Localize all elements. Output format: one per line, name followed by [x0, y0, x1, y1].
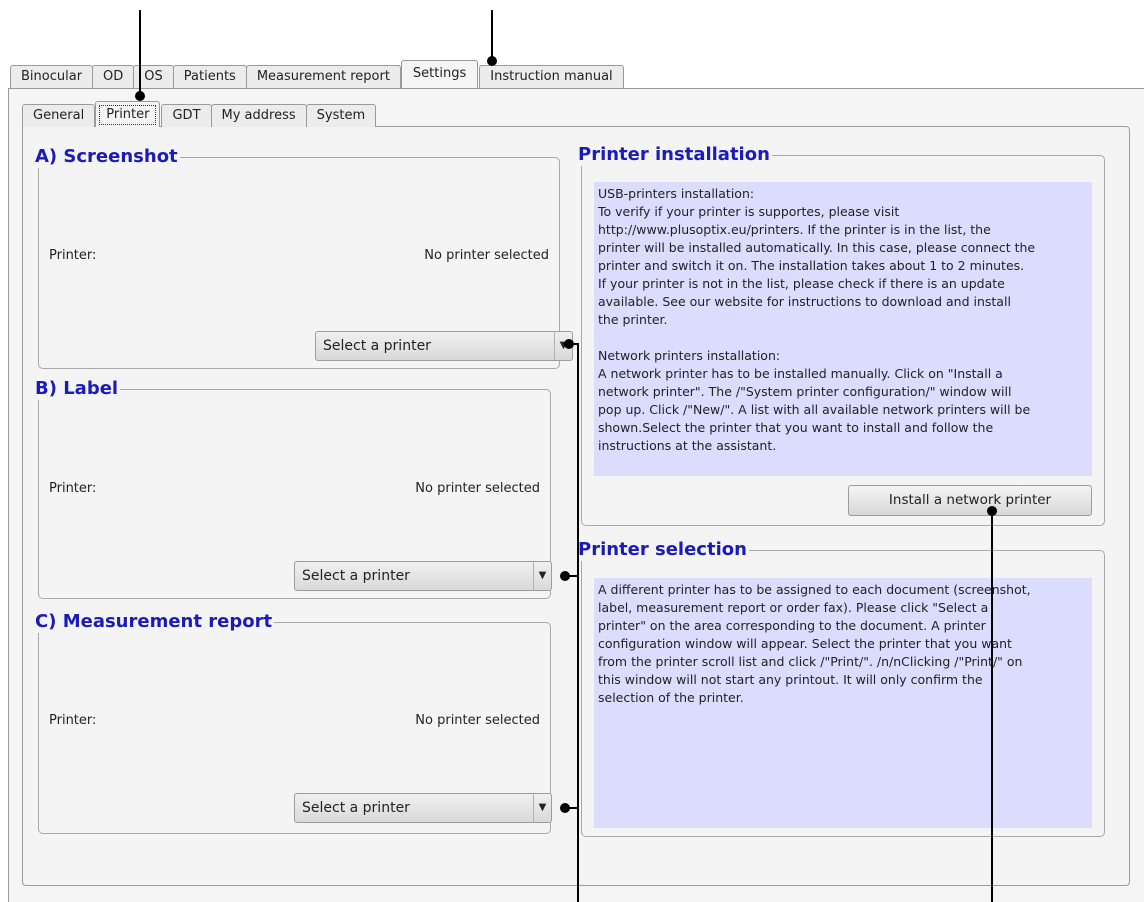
subtab-general[interactable]: General [22, 104, 96, 127]
subtab-my-address[interactable]: My address [210, 104, 307, 127]
tab-od[interactable]: OD [92, 65, 135, 88]
tab-binocular[interactable]: Binocular [10, 65, 94, 88]
selection-group-title: Printer selection [578, 539, 749, 561]
label-printer-value: No printer selected [415, 481, 540, 496]
tab-patients[interactable]: Patients [172, 65, 247, 88]
report-printer-label: Printer: [49, 713, 97, 728]
label-group-title: B) Label [35, 378, 121, 400]
screenshot-select-printer[interactable]: Select a printer ▼ [315, 331, 573, 361]
callout-line-settings-tab [491, 10, 493, 60]
report-group: C) Measurement report Printer: No printe… [35, 611, 552, 834]
subtab-printer-label: Printer [99, 105, 157, 125]
callout-line-install-button [991, 510, 993, 902]
report-printer-value: No printer selected [415, 713, 540, 728]
printer-settings-panel: A) Screenshot Printer: No printer select… [22, 126, 1130, 886]
callout-dot-printer-tab [135, 91, 145, 101]
screenshot-group: A) Screenshot Printer: No printer select… [35, 146, 573, 369]
screenshot-printer-label: Printer: [49, 248, 97, 263]
subtab-printer[interactable]: Printer [95, 101, 161, 127]
installation-info-text: USB-printers installation: To verify if … [594, 182, 1092, 476]
callout-line-printer-tab [139, 10, 141, 95]
tab-settings[interactable]: Settings [400, 60, 479, 88]
subtab-system[interactable]: System [305, 104, 377, 127]
label-printer-label: Printer: [49, 481, 97, 496]
installation-group: Printer installation USB-printers instal… [578, 144, 1105, 526]
tab-instruction-manual[interactable]: Instruction manual [479, 65, 624, 88]
selection-group: Printer selection A different printer ha… [578, 539, 1105, 837]
report-select-label: Select a printer [302, 800, 410, 816]
dropdown-arrow-icon: ▼ [533, 794, 551, 822]
settings-sub-tab-bar: General Printer GDT My address System [22, 101, 377, 127]
tab-measurement-report[interactable]: Measurement report [245, 65, 401, 88]
installation-group-title: Printer installation [578, 144, 772, 166]
label-group: B) Label Printer: No printer selected Se… [35, 378, 552, 599]
selection-info-text: A different printer has to be assigned t… [594, 578, 1092, 828]
screenshot-printer-value: No printer selected [424, 248, 549, 263]
screenshot-select-label: Select a printer [323, 338, 431, 354]
main-tab-bar: Binocular OD OS Patients Measurement rep… [10, 60, 624, 88]
dropdown-arrow-icon: ▼ [533, 562, 551, 590]
report-select-printer[interactable]: Select a printer ▼ [294, 793, 552, 823]
subtab-gdt[interactable]: GDT [161, 104, 212, 127]
callout-dot-settings-tab [487, 56, 497, 66]
callout-line-select-buttons [577, 343, 579, 902]
label-select-label: Select a printer [302, 568, 410, 584]
screenshot-group-title: A) Screenshot [35, 146, 180, 168]
install-network-printer-button[interactable]: Install a network printer [848, 485, 1092, 516]
label-select-printer[interactable]: Select a printer ▼ [294, 561, 552, 591]
report-group-title: C) Measurement report [35, 611, 275, 633]
